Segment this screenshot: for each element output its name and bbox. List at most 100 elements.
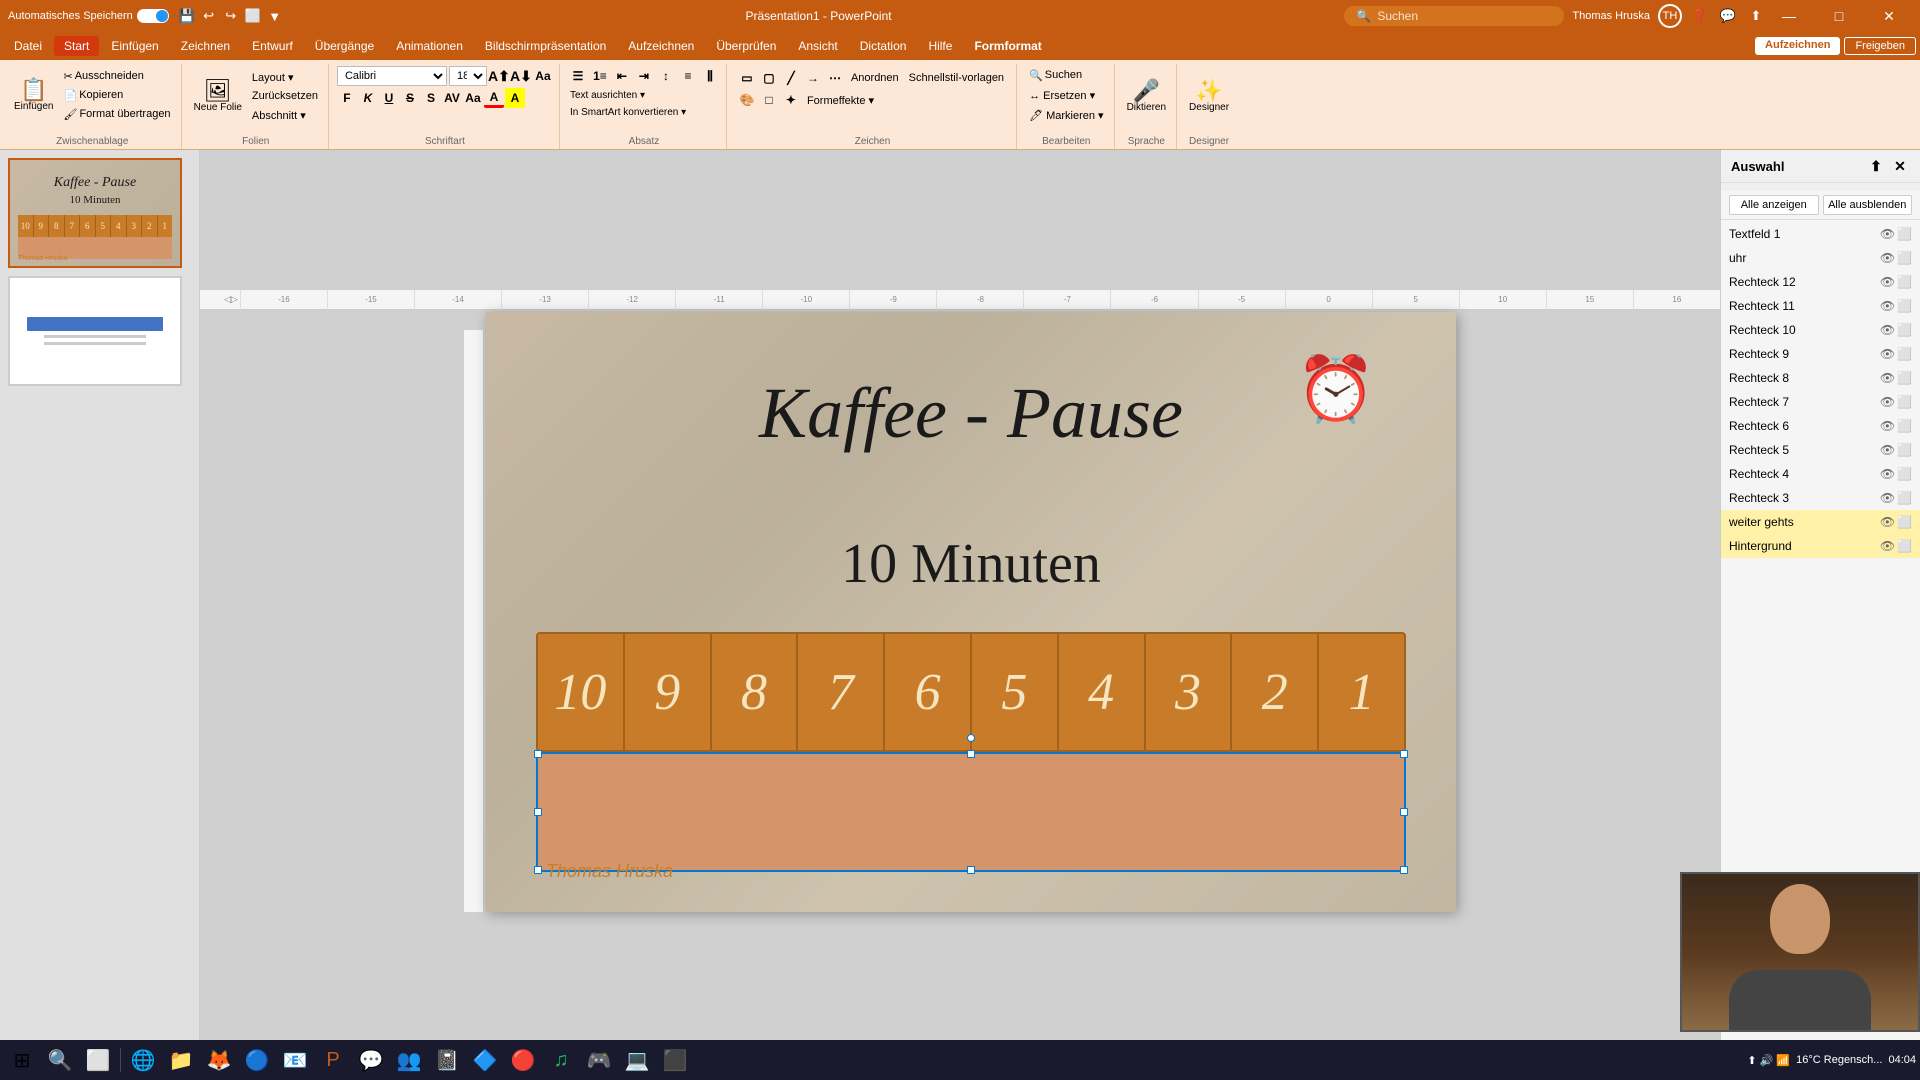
explorer-button[interactable]: 📁 (163, 1042, 199, 1078)
menu-formformat[interactable]: Formformat (964, 36, 1051, 56)
visibility-icon-uhr[interactable]: 👁 (1880, 251, 1895, 265)
lock-icon-uhr[interactable]: ⬜ (1897, 251, 1912, 265)
shape-fill-button[interactable]: 🎨 (737, 90, 757, 110)
layer-textfeld1[interactable]: Textfeld 1 👁 ⬜ (1721, 222, 1920, 246)
change-case-button[interactable]: Aa (463, 88, 483, 108)
help-icon[interactable]: ❓ (1690, 6, 1710, 26)
layer-rechteck5[interactable]: Rechteck 5 👁 ⬜ (1721, 438, 1920, 462)
search-bar[interactable]: 🔍 (1344, 6, 1564, 26)
clear-format-button[interactable]: Aa (533, 66, 553, 86)
layer-hintergrund[interactable]: Hintergrund 👁 ⬜ (1721, 534, 1920, 558)
cols-button[interactable]: ⫼ (700, 66, 720, 86)
menu-datei[interactable]: Datei (4, 36, 52, 56)
visibility-r12[interactable]: 👁 (1880, 275, 1895, 289)
undo-icon[interactable]: ↩ (199, 6, 219, 26)
bottom-rectangle[interactable] (536, 752, 1406, 872)
textausrichtung-button[interactable]: Text ausrichten ▾ (568, 88, 647, 103)
shape-effects-button[interactable]: ✦ (781, 90, 801, 110)
maximize-button[interactable]: □ (1816, 0, 1862, 32)
chrome-button[interactable]: 🔵 (239, 1042, 275, 1078)
format-uebertragen-button[interactable]: 🖌Format übertragen (59, 105, 174, 123)
slide-2-thumbnail[interactable] (8, 276, 182, 386)
font-shrink-button[interactable]: A⬇ (511, 66, 531, 86)
zuruecksetzen-button[interactable]: Zurücksetzen (248, 87, 322, 105)
layer-rechteck3[interactable]: Rechteck 3 👁 ⬜ (1721, 486, 1920, 510)
suchen-button[interactable]: 🔍Suchen (1025, 66, 1108, 84)
visibility-hg[interactable]: 👁 (1880, 539, 1895, 553)
visibility-r8[interactable]: 👁 (1880, 371, 1895, 385)
taskview-button[interactable]: ⬜ (80, 1042, 116, 1078)
menu-uebergaenge[interactable]: Übergänge (305, 36, 384, 56)
redo-icon[interactable]: ↪ (221, 6, 241, 26)
layer-uhr[interactable]: uhr 👁 ⬜ (1721, 246, 1920, 270)
visibility-r5[interactable]: 👁 (1880, 443, 1895, 457)
menu-ueberpruefen[interactable]: Überprüfen (706, 36, 786, 56)
abschnitt-button[interactable]: Abschnitt ▾ (248, 106, 322, 124)
ausschneiden-button[interactable]: ✂Ausschneiden (59, 67, 174, 85)
shape-arrow[interactable]: → (803, 68, 823, 88)
layer-rechteck7[interactable]: Rechteck 7 👁 ⬜ (1721, 390, 1920, 414)
shape-rect[interactable]: ▭ (737, 68, 757, 88)
freigeben-button[interactable]: Freigeben (1844, 37, 1916, 55)
lock-r10[interactable]: ⬜ (1897, 323, 1912, 337)
highlight-button[interactable]: A (505, 88, 525, 108)
menu-start[interactable]: Start (54, 36, 99, 56)
menu-animationen[interactable]: Animationen (386, 36, 473, 56)
skype-button[interactable]: 💬 (353, 1042, 389, 1078)
lock-r5[interactable]: ⬜ (1897, 443, 1912, 457)
einfuegen-button[interactable]: 📋 Einfügen (10, 66, 57, 124)
visibility-r11[interactable]: 👁 (1880, 299, 1895, 313)
menu-zeichnen[interactable]: Zeichnen (171, 36, 240, 56)
onenote-button[interactable]: 📓 (429, 1042, 465, 1078)
visibility-r9[interactable]: 👁 (1880, 347, 1895, 361)
layer-weitergehts[interactable]: weiter gehts 👁 ⬜ (1721, 510, 1920, 534)
lock-r12[interactable]: ⬜ (1897, 275, 1912, 289)
font-size-select[interactable]: 18 (449, 66, 487, 86)
misc-button4[interactable]: 💻 (619, 1042, 655, 1078)
outlook-button[interactable]: 📧 (277, 1042, 313, 1078)
visibility-wg[interactable]: 👁 (1880, 515, 1895, 529)
spotify-button[interactable]: ♫ (543, 1042, 579, 1078)
autosave-toggle[interactable] (137, 9, 169, 23)
layer-rechteck10[interactable]: Rechteck 10 👁 ⬜ (1721, 318, 1920, 342)
visibility-r6[interactable]: 👁 (1880, 419, 1895, 433)
more-icon[interactable]: ▼ (265, 6, 285, 26)
neue-folie-button[interactable]: 🖼 Neue Folie (190, 66, 246, 126)
formeffekte-button[interactable]: Formeffekte ▾ (803, 91, 878, 109)
menu-einfuegen[interactable]: Einfügen (101, 36, 168, 56)
underline-button[interactable]: U (379, 88, 399, 108)
lock-r6[interactable]: ⬜ (1897, 419, 1912, 433)
search-taskbar-button[interactable]: 🔍 (42, 1042, 78, 1078)
smartart-button[interactable]: In SmartArt konvertieren ▾ (568, 105, 688, 120)
slide-canvas[interactable]: ⏰ Kaffee - Pause 10 Minuten 10 9 8 7 6 5… (486, 312, 1456, 912)
indent-right-button[interactable]: ⇥ (634, 66, 654, 86)
diktieren-button[interactable]: 🎤 Diktieren (1123, 66, 1170, 126)
layer-rechteck6[interactable]: Rechteck 6 👁 ⬜ (1721, 414, 1920, 438)
indent-left-button[interactable]: ⇤ (612, 66, 632, 86)
visibility-r3[interactable]: 👁 (1880, 491, 1895, 505)
show-all-button[interactable]: Alle anzeigen (1729, 195, 1819, 215)
edge-button[interactable]: 🌐 (125, 1042, 161, 1078)
text-shadow-button[interactable]: S (421, 88, 441, 108)
terminal-button[interactable]: ⬛ (657, 1042, 693, 1078)
start-button[interactable]: ⊞ (4, 1042, 40, 1078)
menu-entwurf[interactable]: Entwurf (242, 36, 303, 56)
text-direction-button[interactable]: ↕ (656, 66, 676, 86)
menu-aufzeichnen[interactable]: Aufzeichnen (618, 36, 704, 56)
close-button[interactable]: ✕ (1866, 0, 1912, 32)
misc-button2[interactable]: 🔴 (505, 1042, 541, 1078)
numbered-list-button[interactable]: 1≡ (590, 66, 610, 86)
font-family-select[interactable]: Calibri (337, 66, 447, 86)
print-icon[interactable]: ⬜ (243, 6, 263, 26)
misc-button1[interactable]: 🔷 (467, 1042, 503, 1078)
panel-expand-button[interactable]: ⬆ (1866, 156, 1886, 176)
lock-r4[interactable]: ⬜ (1897, 467, 1912, 481)
layer-rechteck12[interactable]: Rechteck 12 👁 ⬜ (1721, 270, 1920, 294)
menu-bildschirm[interactable]: Bildschirmpräsentation (475, 36, 616, 56)
list-button[interactable]: ☰ (568, 66, 588, 86)
lock-r9[interactable]: ⬜ (1897, 347, 1912, 361)
schnellstilvorlagen-button[interactable]: Schnellstil-vorlagen (905, 69, 1008, 87)
italic-button[interactable]: K (358, 88, 378, 108)
bold-button[interactable]: F (337, 88, 357, 108)
strikethrough-button[interactable]: S (400, 88, 420, 108)
